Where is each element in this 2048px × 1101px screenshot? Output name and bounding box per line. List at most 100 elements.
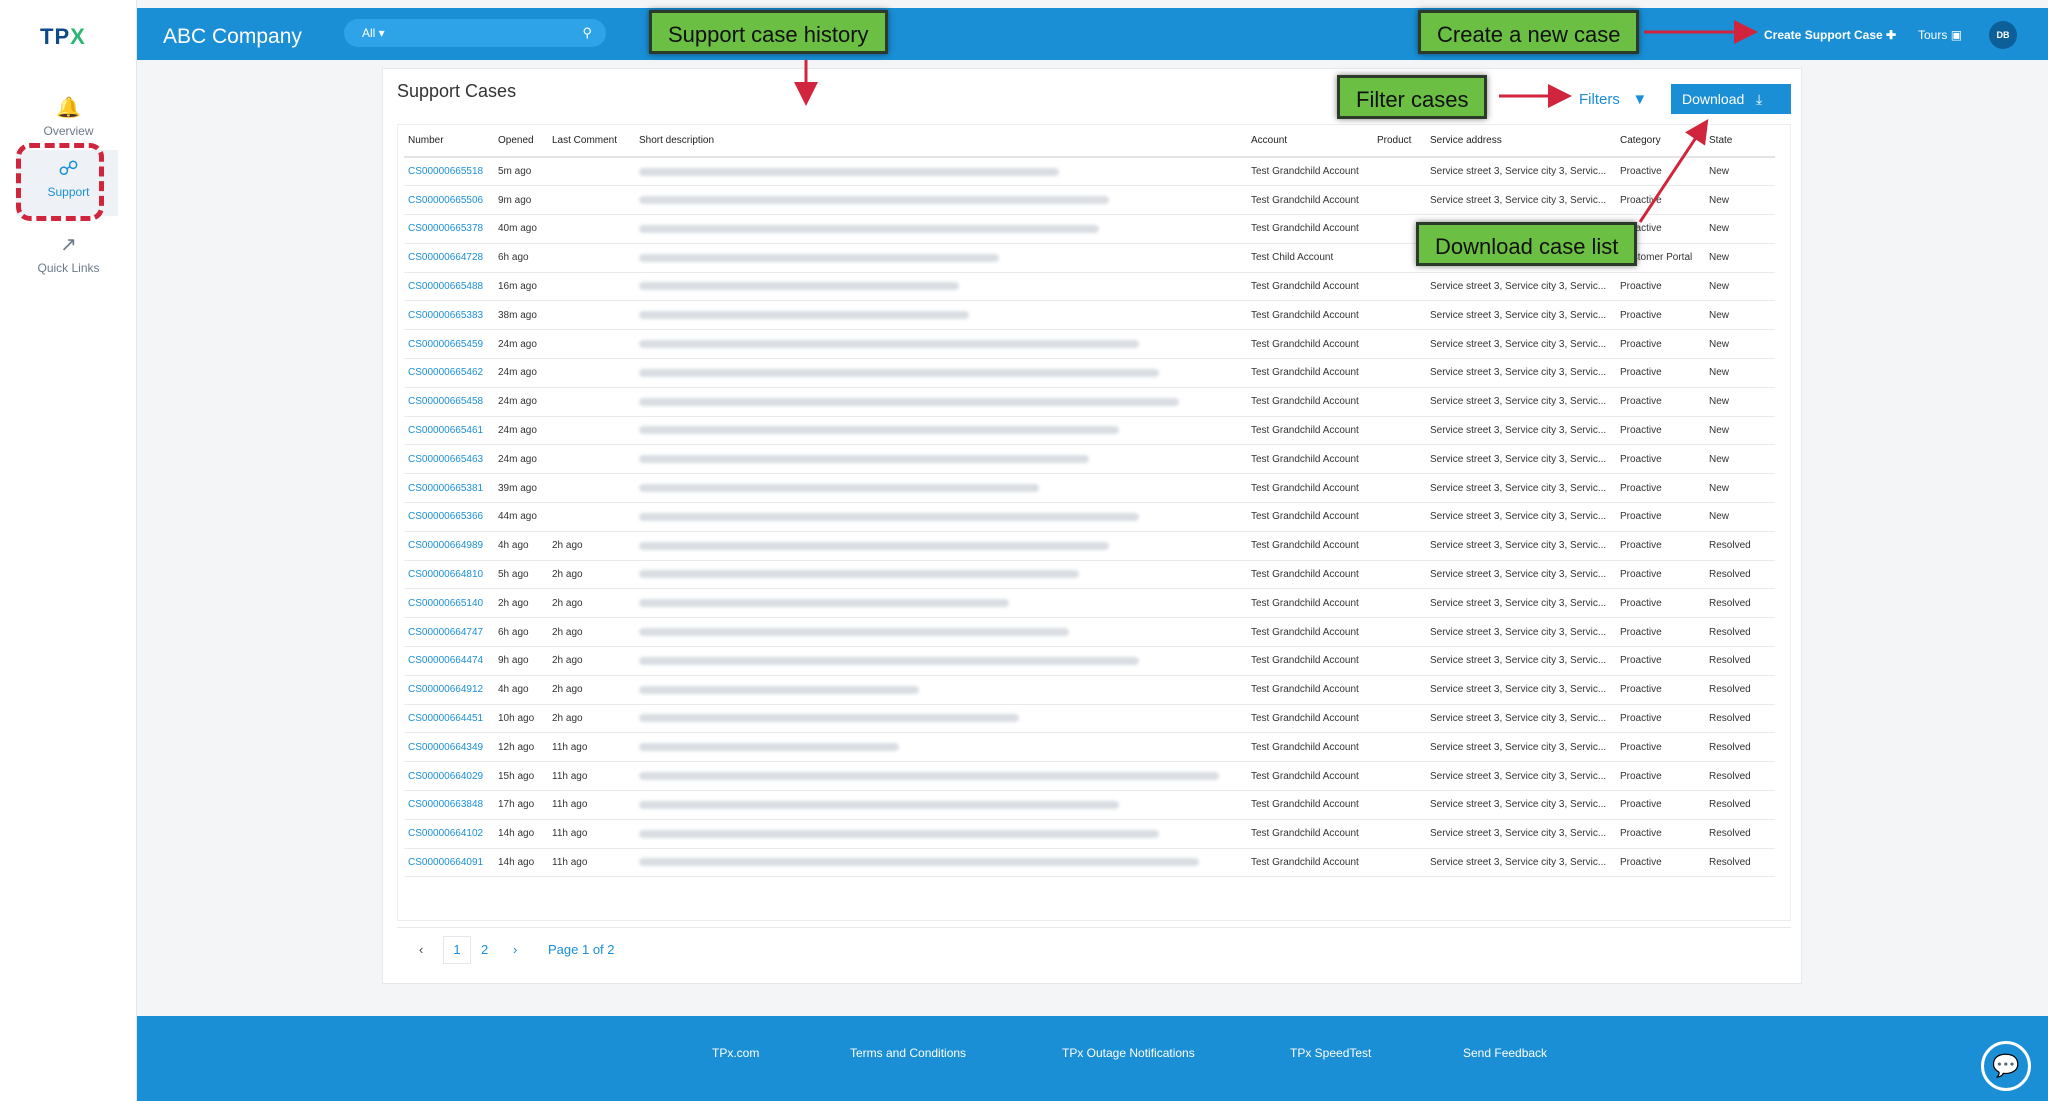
tpx-logo[interactable]: TPX (40, 24, 86, 50)
column-header[interactable]: Account (1247, 125, 1373, 158)
column-header[interactable]: Opened (494, 125, 548, 158)
table-row[interactable]: CS00000664451 10h ago 2h ago Test Grandchil… (404, 704, 1775, 734)
case-number-link[interactable]: CS00000665366 (404, 502, 494, 532)
table-row[interactable]: CS00000665383 38m ago Test Grandchild Acco… (404, 300, 1775, 331)
case-number-link[interactable]: CS00000665463 (404, 444, 494, 475)
last-comment-cell (548, 329, 635, 360)
category-cell: Proactive (1616, 300, 1705, 331)
table-row[interactable]: CS00000664810 5h ago 2h ago Test Grandchild… (404, 560, 1775, 590)
avatar[interactable]: DB (1989, 21, 2017, 49)
table-row[interactable]: CS00000665459 24m ago Test Grandchild Acco… (404, 329, 1775, 360)
footer-link-speedtest[interactable]: TPx SpeedTest (1290, 1046, 1371, 1060)
column-header[interactable]: Last Comment (548, 125, 635, 158)
case-number-link[interactable]: CS00000665462 (404, 358, 494, 388)
table-row[interactable]: CS00000665461 24m ago Test Grandchild Acco… (404, 416, 1775, 446)
product-cell (1373, 387, 1426, 417)
last-comment-cell (548, 214, 635, 244)
case-number-link[interactable]: CS00000665378 (404, 214, 494, 244)
chat-button[interactable]: 💬 (1981, 1041, 2031, 1091)
short-description-cell (635, 531, 1247, 561)
case-number-link[interactable]: CS00000665518 (404, 157, 494, 187)
table-row[interactable]: CS00000665463 24m ago Test Grandchild Acco… (404, 444, 1775, 475)
case-number-link[interactable]: CS00000665383 (404, 300, 494, 331)
state-cell: New (1705, 358, 1775, 388)
table-row[interactable]: CS00000664091 14h ago 11h ago Test Grandchi… (404, 848, 1775, 878)
short-description-cell (635, 444, 1247, 475)
table-row[interactable]: CS00000664102 14h ago 11h ago Test Grandchi… (404, 819, 1775, 849)
case-number-link[interactable]: CS00000664989 (404, 531, 494, 561)
top-header: ABC Company All ▾ ⚲ Create Support Case … (137, 8, 2048, 60)
column-header[interactable]: Service address (1426, 125, 1616, 158)
short-description-cell (635, 790, 1247, 820)
tours-button[interactable]: Tours ▣ (1918, 28, 1962, 42)
search-scope-dropdown[interactable]: All ▾ (362, 26, 385, 40)
case-number-link[interactable]: CS00000665488 (404, 272, 494, 302)
case-number-link[interactable]: CS00000665506 (404, 185, 494, 216)
short-description-cell (635, 157, 1247, 187)
sidebar-item-quick-links[interactable]: ↗ Quick Links (0, 232, 137, 275)
case-number-link[interactable]: CS00000664474 (404, 646, 494, 676)
case-number-link[interactable]: CS00000664810 (404, 560, 494, 590)
search-input[interactable]: All ▾ ⚲ (344, 19, 606, 47)
service-address-cell: Service street 3, Service city 3, Servic… (1426, 329, 1616, 360)
case-number-link[interactable]: CS00000665458 (404, 387, 494, 417)
column-header[interactable]: Short description (635, 125, 1247, 158)
table-row[interactable]: CS00000664912 4h ago 2h ago Test Grandchild… (404, 675, 1775, 705)
column-header[interactable]: Number (404, 125, 494, 158)
category-cell: Proactive (1616, 473, 1705, 504)
table-row[interactable]: CS00000665458 24m ago Test Grandchild Acco… (404, 387, 1775, 417)
footer-link-feedback[interactable]: Send Feedback (1463, 1046, 1547, 1060)
table-row[interactable]: CS00000664474 9h ago 2h ago Test Grandchild… (404, 646, 1775, 676)
case-number-link[interactable]: CS00000664091 (404, 848, 494, 878)
opened-cell: 38m ago (494, 300, 548, 331)
page-1-button[interactable]: 1 (443, 936, 471, 964)
service-address-cell: Service street 3, Service city 3, Servic… (1426, 272, 1616, 302)
table-row[interactable]: CS00000665140 2h ago 2h ago Test Grandchild… (404, 588, 1775, 619)
next-page-button[interactable]: › (513, 942, 517, 957)
case-number-link[interactable]: CS00000664728 (404, 243, 494, 273)
table-row[interactable]: CS00000664029 15h ago 11h ago Test Grandchi… (404, 761, 1775, 792)
case-number-link[interactable]: CS00000664451 (404, 704, 494, 734)
column-header[interactable]: State (1705, 125, 1775, 158)
account-cell: Test Grandchild Account (1247, 646, 1373, 676)
table-row[interactable]: CS00000665488 16m ago Test Grandchild Acco… (404, 272, 1775, 302)
create-support-case-button[interactable]: Create Support Case ✚ (1764, 28, 1896, 42)
filters-button[interactable]: Filters ▼ (1579, 91, 1647, 108)
case-number-link[interactable]: CS00000664349 (404, 732, 494, 763)
case-number-link[interactable]: CS00000664102 (404, 819, 494, 849)
footer-link-outage[interactable]: TPx Outage Notifications (1062, 1046, 1195, 1060)
prev-page-button[interactable]: ‹ (419, 942, 423, 957)
table-row[interactable]: CS00000665381 39m ago Test Grandchild Acco… (404, 473, 1775, 504)
search-icon[interactable]: ⚲ (582, 25, 592, 41)
service-address-cell: Service street 3, Service city 3, Servic… (1426, 560, 1616, 590)
callout-filter-cases: Filter cases (1337, 75, 1488, 119)
footer-link-tpx[interactable]: TPx.com (712, 1046, 759, 1060)
case-number-link[interactable]: CS00000664029 (404, 761, 494, 792)
short-description-cell (635, 761, 1247, 792)
column-header[interactable]: Category (1616, 125, 1705, 158)
case-number-link[interactable]: CS00000665381 (404, 473, 494, 504)
table-row[interactable]: CS00000664747 6h ago 2h ago Test Grandchild… (404, 617, 1775, 648)
table-row[interactable]: CS00000665366 44m ago Test Grandchild Acco… (404, 502, 1775, 532)
page-2-button[interactable]: 2 (481, 942, 488, 957)
table-row[interactable]: CS00000665518 5m ago Test Grandchild Accou… (404, 157, 1775, 187)
table-row[interactable]: CS00000664349 12h ago 11h ago Test Grandchi… (404, 732, 1775, 763)
case-number-link[interactable]: CS00000664912 (404, 675, 494, 705)
case-number-link[interactable]: CS00000665459 (404, 329, 494, 360)
case-number-link[interactable]: CS00000665461 (404, 416, 494, 446)
case-number-link[interactable]: CS00000665140 (404, 588, 494, 619)
case-number-link[interactable]: CS00000664747 (404, 617, 494, 648)
table-row[interactable]: CS00000665506 9m ago Test Grandchild Accou… (404, 185, 1775, 216)
download-button[interactable]: Download ⤓ (1671, 84, 1791, 114)
table-row[interactable]: CS00000664989 4h ago 2h ago Test Grandchild… (404, 531, 1775, 561)
table-row[interactable]: CS00000663848 17h ago 11h ago Test Grandchi… (404, 790, 1775, 820)
table-header-row: Number Opened Last Comment Short descriptio… (404, 125, 1775, 158)
column-header[interactable]: Product (1373, 125, 1426, 158)
opened-cell: 4h ago (494, 675, 548, 705)
sidebar-item-overview[interactable]: 🔔 Overview (0, 95, 137, 138)
footer-link-terms[interactable]: Terms and Conditions (850, 1046, 966, 1060)
table-row[interactable]: CS00000665462 24m ago Test Grandchild Acco… (404, 358, 1775, 388)
category-cell: Proactive (1616, 157, 1705, 187)
state-cell: Resolved (1705, 704, 1775, 734)
case-number-link[interactable]: CS00000663848 (404, 790, 494, 820)
